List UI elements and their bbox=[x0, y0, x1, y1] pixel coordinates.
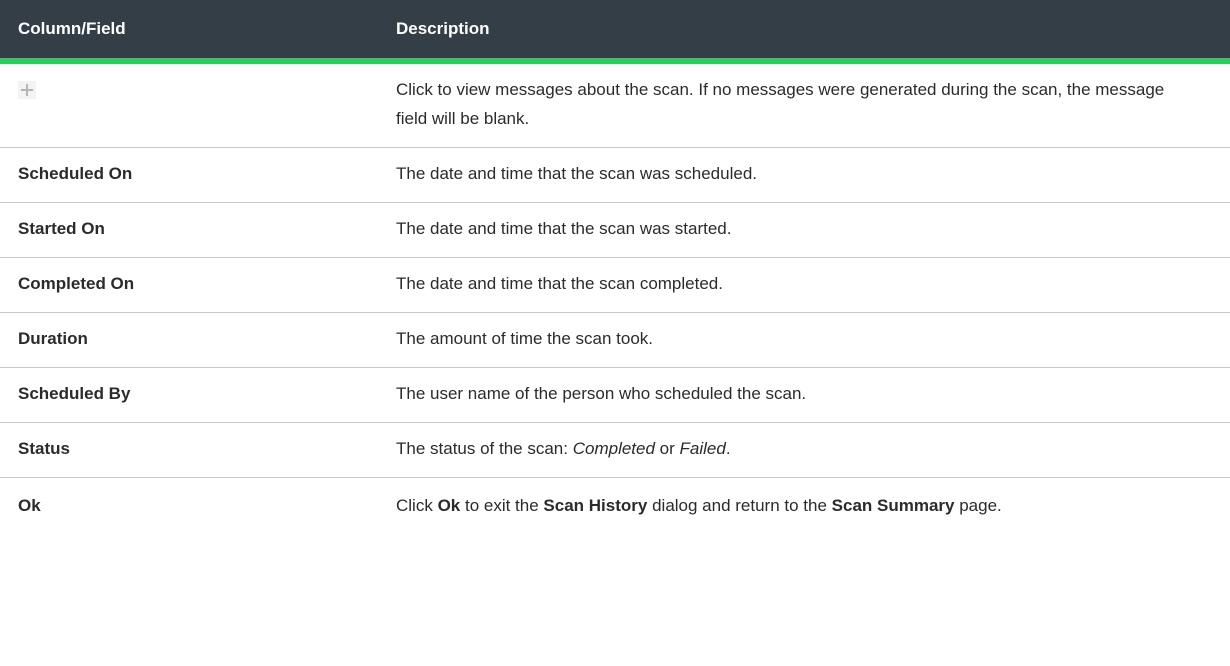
scan-summary-term: Scan Summary bbox=[831, 496, 955, 515]
table-row-status: Status The status of the scan: Completed… bbox=[0, 422, 1230, 478]
table-row: Scheduled On The date and time that the … bbox=[0, 147, 1230, 203]
table-header-row: Column/Field Description bbox=[0, 0, 1230, 64]
table-row: Completed On The date and time that the … bbox=[0, 257, 1230, 313]
status-failed: Failed bbox=[679, 439, 726, 458]
table-row: Scheduled By The user name of the person… bbox=[0, 367, 1230, 423]
row-description: The status of the scan: Completed or Fai… bbox=[396, 422, 1230, 478]
row-description: Click Ok to exit the Scan History dialog… bbox=[396, 478, 1230, 535]
row-description: The amount of time the scan took. bbox=[396, 312, 1230, 368]
row-description: The date and time that the scan was star… bbox=[396, 202, 1230, 258]
plus-icon bbox=[18, 81, 36, 99]
row-field: Scheduled By bbox=[0, 367, 396, 423]
row-field: Status bbox=[0, 422, 396, 478]
row-field: Completed On bbox=[0, 257, 396, 313]
ok-text-3: dialog and return to the bbox=[647, 496, 832, 515]
row-description: The user name of the person who schedule… bbox=[396, 367, 1230, 423]
table-row: Started On The date and time that the sc… bbox=[0, 202, 1230, 258]
status-end: . bbox=[725, 439, 731, 458]
row-description: The date and time that the scan complete… bbox=[396, 257, 1230, 313]
row-description: The date and time that the scan was sche… bbox=[396, 147, 1230, 203]
table-row: Duration The amount of time the scan too… bbox=[0, 312, 1230, 368]
row-field: Started On bbox=[0, 202, 396, 258]
description-header: Description bbox=[396, 0, 1230, 64]
ok-text-4: page. bbox=[954, 496, 1002, 515]
expand-icon-cell bbox=[0, 61, 396, 148]
status-or: or bbox=[654, 439, 680, 458]
row-field: Ok bbox=[18, 496, 41, 515]
row-description: Click to view messages about the scan. I… bbox=[396, 61, 1230, 148]
ok-text-1: Click bbox=[396, 496, 438, 515]
ok-text-2: to exit the bbox=[460, 496, 544, 515]
column-field-header: Column/Field bbox=[0, 0, 396, 64]
row-field: Scheduled On bbox=[0, 147, 396, 203]
field-description-table: Column/Field Description Click to view m… bbox=[0, 0, 1230, 534]
status-completed: Completed bbox=[572, 439, 655, 458]
ok-term: Ok bbox=[437, 496, 461, 515]
table-row-expand: Click to view messages about the scan. I… bbox=[0, 61, 1230, 148]
status-text-prefix: The status of the scan: bbox=[396, 439, 573, 458]
scan-history-term: Scan History bbox=[543, 496, 648, 515]
table-row-ok: Ok Click Ok to exit the Scan History dia… bbox=[0, 478, 1230, 535]
row-field: Duration bbox=[0, 312, 396, 368]
